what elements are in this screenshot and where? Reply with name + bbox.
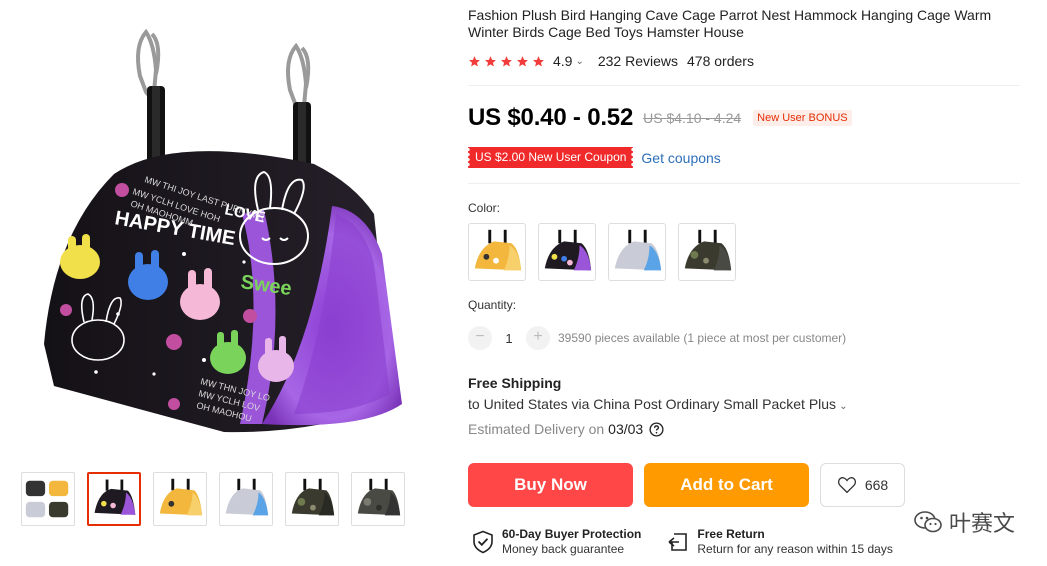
buyer-protection-subtitle: Money back guarantee (502, 542, 625, 556)
strawberry-2 (243, 309, 257, 323)
swatch-camo[interactable] (678, 223, 736, 281)
reviews-count[interactable]: 232 Reviews (598, 53, 678, 69)
shield-check-icon (473, 530, 493, 554)
availability-text: 39590 pieces available (1 piece at most … (558, 331, 847, 345)
price-row: US $0.40 - 0.52 US $4.10 - 4.24 New User… (468, 104, 852, 132)
thumb-camo-gray[interactable] (351, 472, 405, 526)
free-return[interactable]: Free Return Return for any reason within… (667, 527, 893, 557)
action-buttons: Buy Now Add to Cart 668 (468, 463, 905, 507)
strawberry-3 (166, 334, 182, 350)
color-swatches (468, 223, 736, 281)
thumb-camo-green[interactable] (285, 472, 339, 526)
coupon-row: US $2.00 New User Coupon Get coupons (465, 147, 721, 168)
get-coupons-link[interactable]: Get coupons (641, 150, 720, 166)
original-price: US $4.10 - 4.24 (643, 110, 742, 126)
free-return-subtitle: Return for any reason within 15 days (697, 542, 893, 556)
quantity-label: Quantity: (468, 298, 517, 312)
shipping-route[interactable]: to United States via China Post Ordinary… (468, 396, 847, 412)
buyer-protection-title: 60-Day Buyer Protection (502, 527, 642, 541)
buyer-protection[interactable]: 60-Day Buyer Protection Money back guara… (472, 527, 641, 557)
rating-row: 4.9 ⌄ 232 Reviews 478 orders (468, 53, 754, 69)
delivery-prefix: Estimated Delivery on (468, 421, 605, 437)
watermark-text: 叶赛文 (948, 512, 1015, 537)
guarantees: 60-Day Buyer Protection Money back guara… (472, 527, 893, 557)
buy-now-button[interactable]: Buy Now (468, 463, 633, 507)
delivery-date: 03/03 (608, 421, 644, 437)
quantity-value[interactable]: 1 (492, 331, 526, 346)
quantity-minus-button[interactable]: − (468, 326, 492, 350)
thumb-black-bunny[interactable] (87, 472, 141, 526)
hook-left (136, 28, 161, 97)
watermark: 叶赛文 (913, 506, 1015, 538)
product-title: Fashion Plush Bird Hanging Cave Cage Par… (468, 7, 992, 40)
strawberry-5 (168, 398, 180, 410)
add-to-cart-button[interactable]: Add to Cart (644, 463, 809, 507)
thumb-yellow[interactable] (153, 472, 207, 526)
thumb-blue[interactable] (219, 472, 273, 526)
heart-icon (837, 477, 856, 494)
main-product-image[interactable]: MW THI JOY LAST PURNVMR MW YCLH LOVE HOH… (14, 14, 434, 444)
star-icon (501, 55, 512, 66)
strawberry-1 (115, 183, 129, 197)
star-icon (533, 55, 544, 66)
star-icon (517, 55, 528, 66)
shipping-route-text: to United States via China Post Ordinary… (468, 396, 837, 412)
strawberry-4 (60, 304, 72, 316)
quantity-plus-button[interactable]: + (526, 326, 550, 350)
rating-value[interactable]: 4.9 (553, 53, 572, 69)
wishlist-count: 668 (864, 477, 889, 493)
wishlist-button[interactable]: 668 (820, 463, 905, 507)
rating-stars (468, 55, 545, 68)
star-icon (485, 55, 496, 66)
orders-count: 478 orders (687, 53, 754, 69)
chevron-down-icon: ⌄ (839, 401, 848, 412)
chevron-down-icon[interactable]: ⌄ (575, 56, 583, 67)
hook-right (286, 42, 311, 111)
new-user-coupon-badge[interactable]: US $2.00 New User Coupon (465, 147, 636, 168)
divider (468, 183, 1020, 184)
quantity-stepper: − 1 + 39590 pieces available (1 piece at… (468, 326, 846, 350)
current-price: US $0.40 - 0.52 (468, 104, 634, 131)
star-icon (469, 55, 480, 66)
wechat-icon (914, 511, 942, 533)
divider (468, 85, 1020, 86)
thumb-multi[interactable] (21, 472, 75, 526)
color-label: Color: (468, 201, 501, 215)
new-user-bonus-badge: New User BONUS (753, 110, 852, 126)
swatch-yellow[interactable] (468, 223, 526, 281)
shipping-title: Free Shipping (468, 375, 562, 391)
swatch-black-bunny[interactable] (538, 223, 596, 281)
thumbnail-strip (21, 472, 405, 526)
estimated-delivery: Estimated Delivery on 03/03 (468, 421, 664, 437)
return-icon (668, 533, 688, 551)
hammock-illustration: MW THI JOY LAST PURNVMR MW YCLH LOVE HOH… (44, 28, 402, 433)
help-icon[interactable] (649, 421, 664, 437)
free-return-title: Free Return (697, 527, 765, 541)
swatch-blue[interactable] (608, 223, 666, 281)
